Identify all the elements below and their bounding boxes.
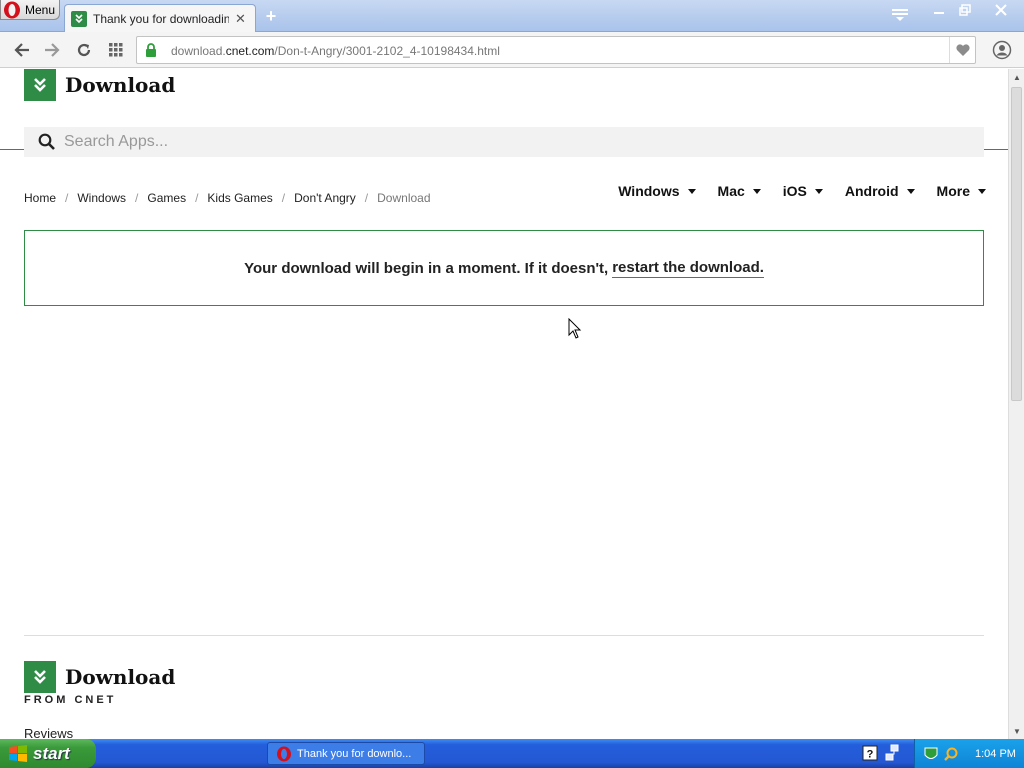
- forward-icon: [45, 43, 60, 57]
- nav-windows[interactable]: Windows: [618, 183, 696, 199]
- restart-download-link[interactable]: restart the download.: [612, 259, 764, 278]
- close-button[interactable]: [978, 0, 1024, 20]
- caret-down-icon: [906, 188, 915, 194]
- windows-flag-icon: [9, 744, 27, 762]
- favicon-download-icon: [71, 10, 87, 27]
- taskbar-item-label: Thank you for downlo...: [297, 747, 412, 760]
- back-icon: [14, 43, 29, 57]
- heart-icon: [955, 44, 970, 56]
- breadcrumb-separator: /: [195, 191, 199, 205]
- nav-mac[interactable]: Mac: [718, 183, 761, 199]
- download-notice: Your download will begin in a moment. If…: [24, 230, 984, 306]
- breadcrumb-games[interactable]: Games: [147, 191, 186, 205]
- download-logo-icon: [24, 661, 56, 693]
- notice-text: Your download will begin in a moment. If…: [244, 259, 609, 277]
- caret-down-icon: [752, 188, 761, 194]
- profile-icon[interactable]: [992, 40, 1012, 60]
- scroll-up-icon[interactable]: ▲: [1009, 69, 1024, 85]
- reload-button[interactable]: [74, 41, 94, 59]
- svg-text:?: ?: [867, 749, 874, 761]
- breadcrumb-kids-games[interactable]: Kids Games: [207, 191, 272, 205]
- opera-icon: [277, 746, 291, 761]
- nav-mac-label: Mac: [717, 183, 745, 199]
- url-domain: cnet.com: [225, 44, 275, 58]
- bookmark-button[interactable]: [949, 37, 975, 63]
- taskbar-item-opera[interactable]: Thank you for downlo...: [267, 742, 425, 765]
- lock-icon: [146, 43, 156, 57]
- tab-menu-icon[interactable]: [890, 7, 910, 23]
- help-icon[interactable]: ?: [862, 745, 878, 761]
- minimize-button[interactable]: [926, 0, 952, 20]
- download-logo-icon: [24, 69, 56, 101]
- web-page: Download Home / Windows / Games / Kids G…: [0, 69, 1008, 739]
- start-button[interactable]: start: [0, 739, 96, 768]
- caret-down-icon: [978, 188, 986, 194]
- speed-dial-button[interactable]: [106, 41, 126, 59]
- caret-down-icon: [687, 188, 696, 194]
- search-icon: [38, 133, 55, 150]
- forward-button[interactable]: [42, 41, 62, 59]
- tab-title: Thank you for downloading Don't Angry: [93, 11, 229, 26]
- restore-button[interactable]: [952, 0, 978, 20]
- footer-reviews-link[interactable]: Reviews: [24, 726, 73, 739]
- breadcrumb-home[interactable]: Home: [24, 191, 56, 205]
- footer-from-cnet: FROM CNET: [24, 694, 117, 706]
- footer-divider: [24, 635, 984, 636]
- windows-taskbar: start Thank you for downlo... ? 1:04 PM: [0, 739, 1024, 768]
- breadcrumb-separator: /: [281, 191, 286, 205]
- reload-icon: [77, 43, 91, 57]
- new-tab-icon[interactable]: +: [262, 7, 280, 25]
- browser-nav-bar: download.cnet.com/Don-t-Angry/3001-2102_…: [0, 32, 1024, 68]
- tab-active[interactable]: Thank you for downloading Don't Angry ✕: [64, 4, 256, 32]
- url-prefix: download.: [171, 44, 226, 58]
- nav-android[interactable]: Android: [845, 183, 915, 199]
- breadcrumb-windows[interactable]: Windows: [77, 191, 126, 205]
- back-button[interactable]: [12, 41, 32, 59]
- opera-icon: [4, 1, 20, 18]
- nav-android-label: Android: [844, 183, 899, 199]
- breadcrumb-separator: /: [364, 191, 369, 205]
- breadcrumb: Home / Windows / Games / Kids Games / Do…: [24, 191, 431, 205]
- nav-more-label: More: [936, 183, 970, 199]
- opera-menu-label: Menu: [25, 2, 56, 17]
- footer-logo[interactable]: Download: [24, 661, 175, 693]
- scroll-thumb[interactable]: [1011, 87, 1022, 401]
- tray-security-icon[interactable]: [923, 746, 939, 762]
- restore-icon: [959, 4, 971, 16]
- logo-text: Download: [65, 73, 176, 97]
- network-icon[interactable]: [884, 744, 900, 762]
- speed-dial-icon: [109, 43, 123, 57]
- breadcrumb-separator: /: [65, 191, 69, 205]
- footer-logo-text: Download: [65, 665, 176, 689]
- address-bar[interactable]: download.cnet.com/Don-t-Angry/3001-2102_…: [136, 36, 976, 64]
- breadcrumb-dont-angry[interactable]: Don't Angry: [294, 191, 356, 205]
- url-text: download.cnet.com/Don-t-Angry/3001-2102_…: [171, 44, 500, 58]
- nav-ios[interactable]: iOS: [783, 183, 823, 199]
- search-input[interactable]: [64, 133, 944, 151]
- caret-down-icon: [814, 188, 823, 194]
- browser-tab-bar: Menu Thank you for downloading Don't Ang…: [0, 0, 1024, 32]
- nav-windows-label: Windows: [618, 183, 680, 199]
- page-scrollbar[interactable]: ▲ ▼: [1008, 69, 1024, 739]
- taskbar-clock: 1:04 PM: [975, 747, 1016, 760]
- nav-ios-label: iOS: [782, 183, 807, 199]
- opera-menu-button[interactable]: Menu: [0, 0, 60, 20]
- site-logo[interactable]: Download: [24, 69, 175, 101]
- breadcrumb-separator: /: [135, 191, 139, 205]
- mouse-cursor-icon: [568, 318, 582, 339]
- scroll-down-icon[interactable]: ▼: [1009, 723, 1024, 739]
- platform-nav: Windows Mac iOS Android More: [596, 183, 986, 199]
- tray-search-icon[interactable]: [943, 746, 959, 762]
- close-icon: [995, 4, 1007, 16]
- breadcrumb-current: Download: [377, 191, 431, 205]
- system-tray: 1:04 PM: [914, 739, 1024, 768]
- nav-more[interactable]: More: [937, 183, 986, 199]
- minimize-icon: [934, 12, 944, 14]
- url-path: /Don-t-Angry/3001-2102_4-10198434.html: [274, 44, 500, 58]
- tab-close-icon[interactable]: ✕: [235, 11, 246, 27]
- start-label: start: [33, 743, 70, 763]
- search-bar[interactable]: [24, 127, 984, 157]
